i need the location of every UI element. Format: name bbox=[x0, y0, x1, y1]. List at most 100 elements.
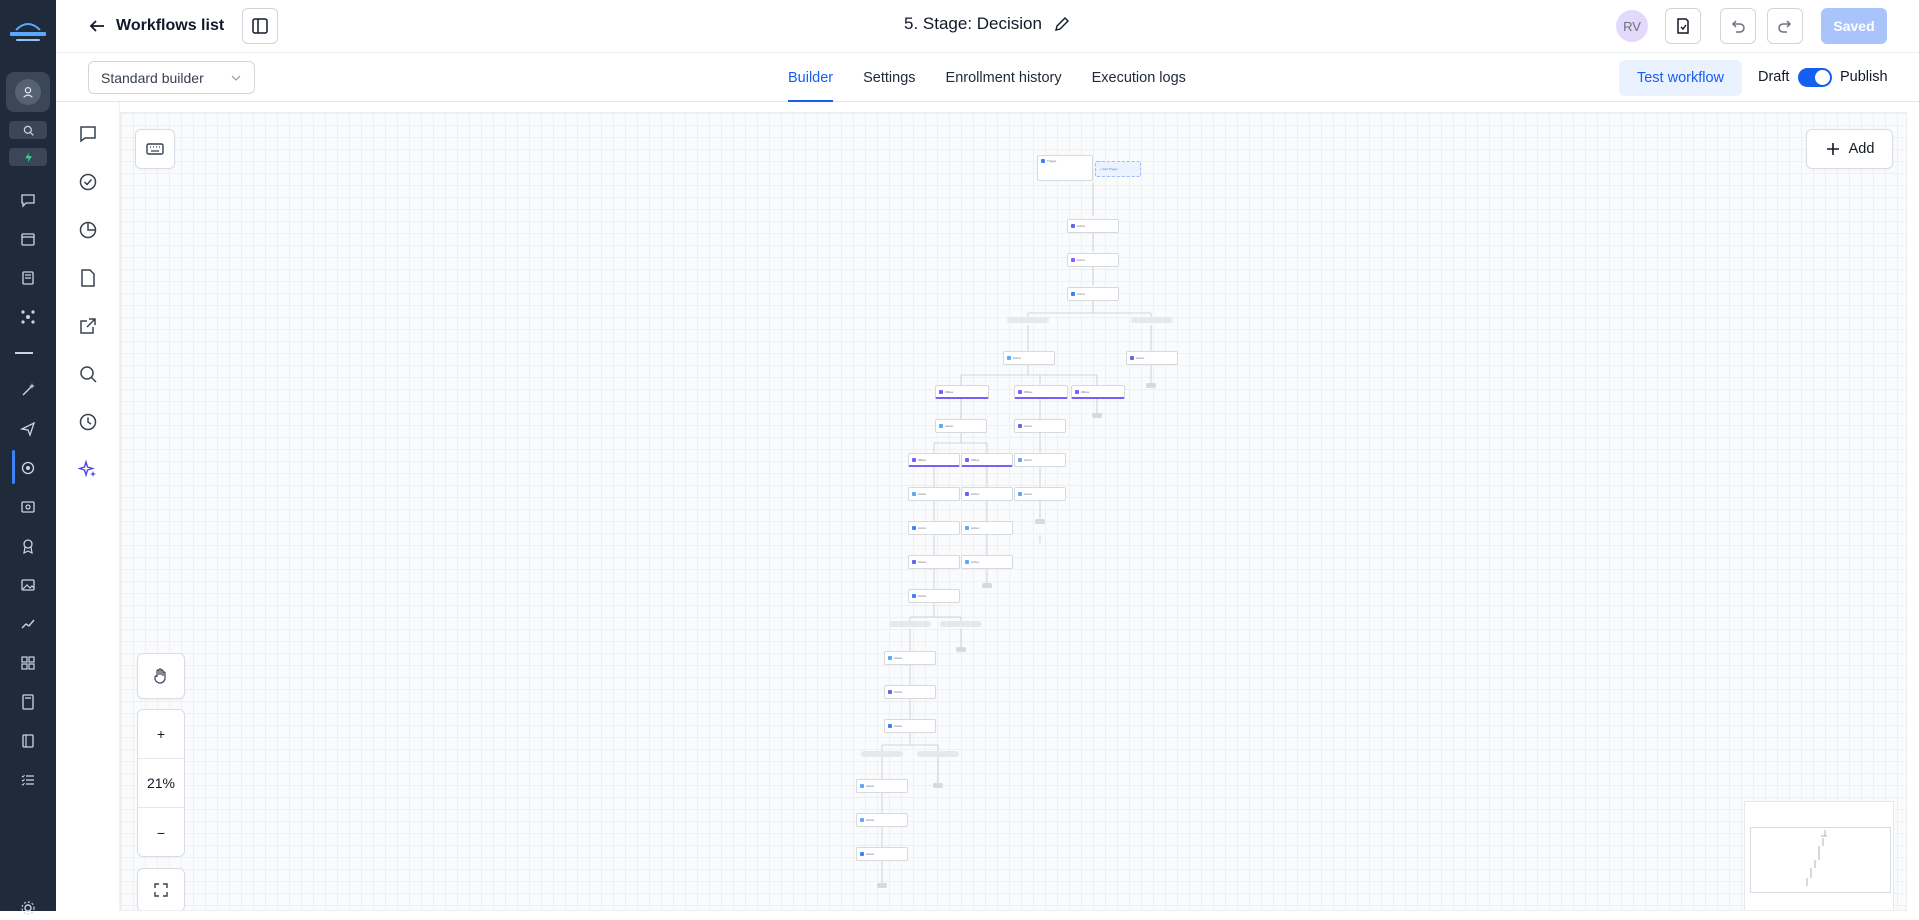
workflow-node[interactable]: Action bbox=[1003, 351, 1055, 365]
tab-settings[interactable]: Settings bbox=[848, 53, 930, 102]
workflow-canvas[interactable]: Add Trigger + Add Trigger Action Action … bbox=[120, 112, 1907, 911]
workflow-node[interactable]: Action bbox=[1126, 351, 1178, 365]
condition-node[interactable]: If/Else bbox=[908, 453, 960, 467]
workflow-node[interactable]: Action bbox=[908, 555, 960, 569]
test-workflow-button[interactable]: Test workflow bbox=[1619, 60, 1742, 96]
condition-node[interactable]: If/Else bbox=[1014, 385, 1068, 399]
comments-button[interactable] bbox=[76, 122, 100, 146]
toggle-sidebar-button[interactable] bbox=[242, 8, 278, 44]
trigger-node[interactable]: Trigger bbox=[1037, 155, 1093, 181]
builder-mode-select[interactable]: Standard builder bbox=[88, 61, 255, 94]
rail-network[interactable] bbox=[16, 305, 40, 329]
validation-button[interactable] bbox=[76, 170, 100, 194]
search-button[interactable] bbox=[9, 121, 47, 139]
workflow-node[interactable]: Action bbox=[884, 685, 936, 699]
rail-reputation[interactable] bbox=[16, 534, 40, 558]
external-link-icon bbox=[78, 316, 98, 336]
workflow-node[interactable]: Action bbox=[884, 719, 936, 733]
workflow-node[interactable]: Action bbox=[856, 847, 908, 861]
condition-node[interactable]: If/Else bbox=[961, 453, 1013, 467]
workflow-node[interactable]: Action bbox=[961, 555, 1013, 569]
branch-label[interactable] bbox=[917, 751, 959, 757]
rail-calendar[interactable] bbox=[16, 227, 40, 251]
rail-payments[interactable] bbox=[16, 495, 40, 519]
rail-library[interactable] bbox=[16, 729, 40, 753]
rail-conversations[interactable] bbox=[16, 188, 40, 212]
chevron-down-icon bbox=[230, 72, 242, 84]
rail-apps[interactable] bbox=[16, 651, 40, 675]
workflow-node[interactable]: Action bbox=[961, 521, 1013, 535]
zoom-level: 21% bbox=[138, 759, 184, 808]
tab-execution-logs[interactable]: Execution logs bbox=[1077, 53, 1201, 102]
sidebar-icon bbox=[251, 17, 269, 35]
payments-icon bbox=[20, 499, 36, 515]
rail-tasks[interactable] bbox=[16, 768, 40, 792]
rail-media[interactable] bbox=[16, 573, 40, 597]
edit-pencil-icon[interactable] bbox=[1054, 16, 1070, 32]
builder-tabs: Builder Settings Enrollment history Exec… bbox=[773, 53, 1201, 102]
add-trigger-node[interactable]: + Add Trigger bbox=[1095, 161, 1141, 177]
pan-mode-button[interactable] bbox=[137, 653, 185, 699]
builder-toolbar: Standard builder Builder Settings Enroll… bbox=[56, 53, 1919, 102]
branch-label[interactable] bbox=[940, 621, 982, 627]
tab-enrollment-history[interactable]: Enrollment history bbox=[931, 53, 1077, 102]
keyboard-shortcuts-button[interactable] bbox=[135, 129, 175, 169]
workflow-notes-button[interactable] bbox=[1665, 8, 1701, 44]
workflow-node[interactable]: Action bbox=[856, 813, 908, 827]
branch-label[interactable] bbox=[861, 751, 903, 757]
workflow-node[interactable]: Action bbox=[856, 779, 908, 793]
branch-label[interactable] bbox=[1007, 317, 1049, 323]
back-to-workflows-link[interactable]: Workflows list bbox=[88, 14, 224, 38]
add-element-button[interactable]: Add bbox=[1806, 129, 1893, 169]
rail-reporting[interactable] bbox=[16, 612, 40, 636]
account-switcher[interactable] bbox=[6, 72, 50, 112]
expand-icon bbox=[153, 882, 169, 898]
workflow-node[interactable]: Action bbox=[908, 487, 960, 501]
redo-button[interactable] bbox=[1767, 8, 1803, 44]
rail-settings[interactable] bbox=[16, 896, 40, 920]
canvas-minimap[interactable] bbox=[1744, 801, 1894, 910]
workflow-node[interactable]: Action bbox=[908, 521, 960, 535]
branch-label[interactable] bbox=[1131, 317, 1173, 323]
zoom-in-button[interactable]: + bbox=[138, 710, 184, 759]
version-history-button[interactable] bbox=[76, 410, 100, 434]
workflow-node[interactable]: Action bbox=[935, 419, 987, 433]
statistics-button[interactable] bbox=[76, 218, 100, 242]
rail-active-indicator bbox=[12, 450, 15, 484]
rail-automation[interactable] bbox=[16, 456, 40, 480]
fit-view-button[interactable] bbox=[137, 868, 185, 910]
draft-label: Draft bbox=[1758, 69, 1790, 85]
zoom-out-button[interactable]: − bbox=[138, 808, 184, 857]
workflow-node[interactable]: Action bbox=[1067, 287, 1119, 301]
user-avatar[interactable]: RV bbox=[1616, 10, 1648, 42]
rail-magic[interactable] bbox=[16, 378, 40, 402]
workflow-node[interactable]: Action bbox=[1067, 219, 1119, 233]
workflow-node[interactable]: Action bbox=[884, 651, 936, 665]
workflow-node[interactable]: Action bbox=[1014, 487, 1066, 501]
condition-node[interactable]: If/Else bbox=[935, 385, 989, 399]
find-action-button[interactable] bbox=[76, 362, 100, 386]
rail-contacts[interactable] bbox=[16, 266, 40, 290]
ai-builder-button[interactable] bbox=[76, 458, 100, 482]
rail-calculator[interactable] bbox=[16, 690, 40, 714]
share-button[interactable] bbox=[76, 314, 100, 338]
workflow-node[interactable]: Action bbox=[1014, 419, 1066, 433]
quick-actions-button[interactable] bbox=[9, 148, 47, 166]
condition-node[interactable]: If/Else bbox=[1071, 385, 1125, 399]
rail-send[interactable] bbox=[16, 417, 40, 441]
workflow-node[interactable]: Action bbox=[908, 589, 960, 603]
rail-divider bbox=[15, 352, 33, 354]
tab-builder[interactable]: Builder bbox=[773, 53, 848, 102]
workflow-node[interactable]: Action bbox=[1014, 453, 1066, 467]
notes-button[interactable] bbox=[76, 266, 100, 290]
publish-toggle[interactable] bbox=[1798, 68, 1832, 87]
workflow-node[interactable]: Action bbox=[961, 487, 1013, 501]
branch-label[interactable] bbox=[889, 621, 931, 627]
undo-button[interactable] bbox=[1720, 8, 1756, 44]
brand-logo[interactable] bbox=[6, 18, 50, 46]
account-icon bbox=[21, 85, 35, 99]
workflow-node[interactable]: Action bbox=[1067, 253, 1119, 267]
calendar-icon bbox=[20, 231, 36, 247]
saved-button[interactable]: Saved bbox=[1821, 8, 1887, 44]
workflow-connectors bbox=[881, 183, 1152, 883]
